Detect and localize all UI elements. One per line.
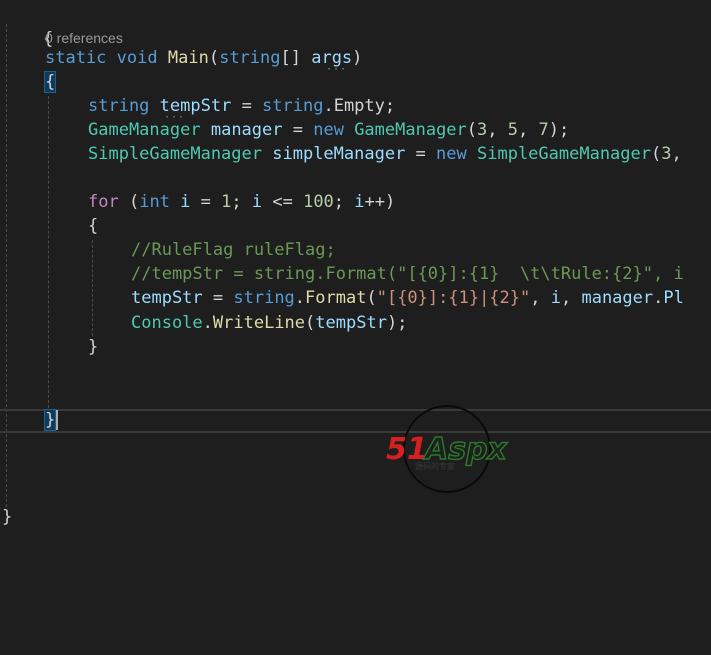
type-GameManager: GameManager <box>88 120 201 140</box>
var-simpleManager: simpleManager <box>272 144 406 164</box>
method-brace-close: } <box>43 409 57 431</box>
comma: , <box>487 120 508 140</box>
type-SimpleGameManager: SimpleGameManager <box>477 144 651 164</box>
dot: . <box>202 313 213 333</box>
watermark-tagline: 源码的专家 <box>415 461 455 471</box>
keyword-new: new <box>436 144 467 164</box>
type-Console: Console <box>131 313 203 333</box>
var-i: i <box>251 192 263 212</box>
comma: , <box>560 288 582 308</box>
keyword-new: new <box>313 120 344 140</box>
code-line: { <box>88 214 98 238</box>
var-i: i <box>550 288 561 308</box>
operator-assign: = <box>282 120 314 140</box>
type-SimpleGameManager: SimpleGameManager <box>88 144 262 164</box>
operator-assign: = <box>202 288 234 308</box>
code-line: tempStr = string.Format("[{0}]:{1}|{2}",… <box>131 286 684 310</box>
paren-open: ( <box>366 288 377 308</box>
comma: , <box>530 288 551 308</box>
code-editor[interactable]: { 0 references static void Main(string[]… <box>0 0 711 655</box>
code-line: } <box>2 505 12 529</box>
keyword-string: string <box>219 48 281 68</box>
code-line-current[interactable]: } <box>43 408 59 432</box>
keyword-for: for <box>88 192 119 212</box>
paren-open: ( <box>208 48 220 68</box>
number: 5 <box>507 120 519 140</box>
indent-guide <box>92 240 93 336</box>
code-line-for: for (int i = 1; i <= 100; i++) <box>88 190 395 214</box>
for-brace-open: { <box>88 216 99 236</box>
code-line: string tempStr = string.Empty; <box>88 94 395 118</box>
keyword-string: string <box>262 96 324 116</box>
var-tempStr: tempStr <box>131 288 203 308</box>
number: 3 <box>661 144 672 164</box>
keyword-string: string <box>88 96 150 116</box>
paren-open: ( <box>466 120 478 140</box>
method-name: Main <box>167 48 209 68</box>
paren-open: ( <box>305 313 316 333</box>
comma: , <box>671 144 682 164</box>
current-line-top-border <box>0 409 711 411</box>
var-i: i <box>354 192 365 212</box>
number: 100 <box>303 192 334 212</box>
watermark-logo-graphic: 51 Aspx 源码的专家 <box>386 405 509 493</box>
method-format: Format <box>305 288 367 308</box>
dot: . <box>294 288 306 308</box>
code-line-comment: //tempStr = string.Format("[{0}]:{1} \t\… <box>131 262 684 286</box>
paren-close: ) <box>352 48 363 68</box>
code-line-main-signature: static void Main(string[] args) <box>45 46 362 70</box>
operator-assign: = <box>231 96 263 116</box>
unused-hint-dots: ··· <box>326 64 348 75</box>
dot: . <box>653 288 664 308</box>
var-manager: manager <box>210 120 283 140</box>
code-line-comment: //RuleFlag ruleFlag; <box>131 238 336 262</box>
watermark-logo: 51 Aspx 源码的专家 <box>385 403 515 495</box>
comment: //RuleFlag ruleFlag; <box>131 240 336 260</box>
code-line: { <box>43 70 57 94</box>
comment: //tempStr = string.Format("[{0}]:{1} \t\… <box>131 264 684 284</box>
operator-assign: = <box>405 144 437 164</box>
code-line: GameManager manager = new GameManager(3,… <box>88 118 569 142</box>
var-manager: manager <box>581 288 654 308</box>
member-truncated: Pl <box>663 288 684 308</box>
paren-open: ( <box>118 192 140 212</box>
semicolon: ; <box>333 192 355 212</box>
method-writeline: WriteLine <box>212 313 306 333</box>
number: 7 <box>538 120 549 140</box>
statement-end: ); <box>386 313 408 333</box>
member-empty: .Empty; <box>323 96 396 116</box>
indent-guide <box>6 24 7 507</box>
keyword-int: int <box>139 192 170 212</box>
code-line: } <box>88 335 98 359</box>
keyword-string: string <box>233 288 295 308</box>
code-line: Console.WriteLine(tempStr); <box>131 311 407 335</box>
code-line: { <box>2 3 53 49</box>
method-brace-open: { <box>43 71 57 93</box>
number: 3 <box>477 120 488 140</box>
operator-assign: = <box>190 192 222 212</box>
class-brace-close: } <box>2 507 13 527</box>
var-tempStr: tempStr <box>315 313 387 333</box>
codelens-references[interactable]: 0 references <box>45 28 123 48</box>
increment: ++) <box>364 192 396 212</box>
var-i: i <box>180 192 191 212</box>
indent-guide <box>48 96 49 408</box>
array-brackets: [] <box>280 48 312 68</box>
string-literal: "[{0}]:{1}|{2}" <box>376 288 531 308</box>
type-GameManager: GameManager <box>354 120 467 140</box>
semicolon: ; <box>231 192 252 212</box>
current-line-bottom-border <box>0 431 711 433</box>
paren-open: ( <box>651 144 662 164</box>
keyword-void: void <box>116 48 158 68</box>
operator-le: <= <box>262 192 304 212</box>
for-brace-close: } <box>88 337 99 357</box>
keyword-static: static <box>45 48 107 68</box>
comma: , <box>518 120 539 140</box>
code-line: SimpleGameManager simpleManager = new Si… <box>88 142 682 166</box>
text-cursor <box>56 410 59 430</box>
statement-end: ); <box>548 120 570 140</box>
number: 1 <box>221 192 232 212</box>
